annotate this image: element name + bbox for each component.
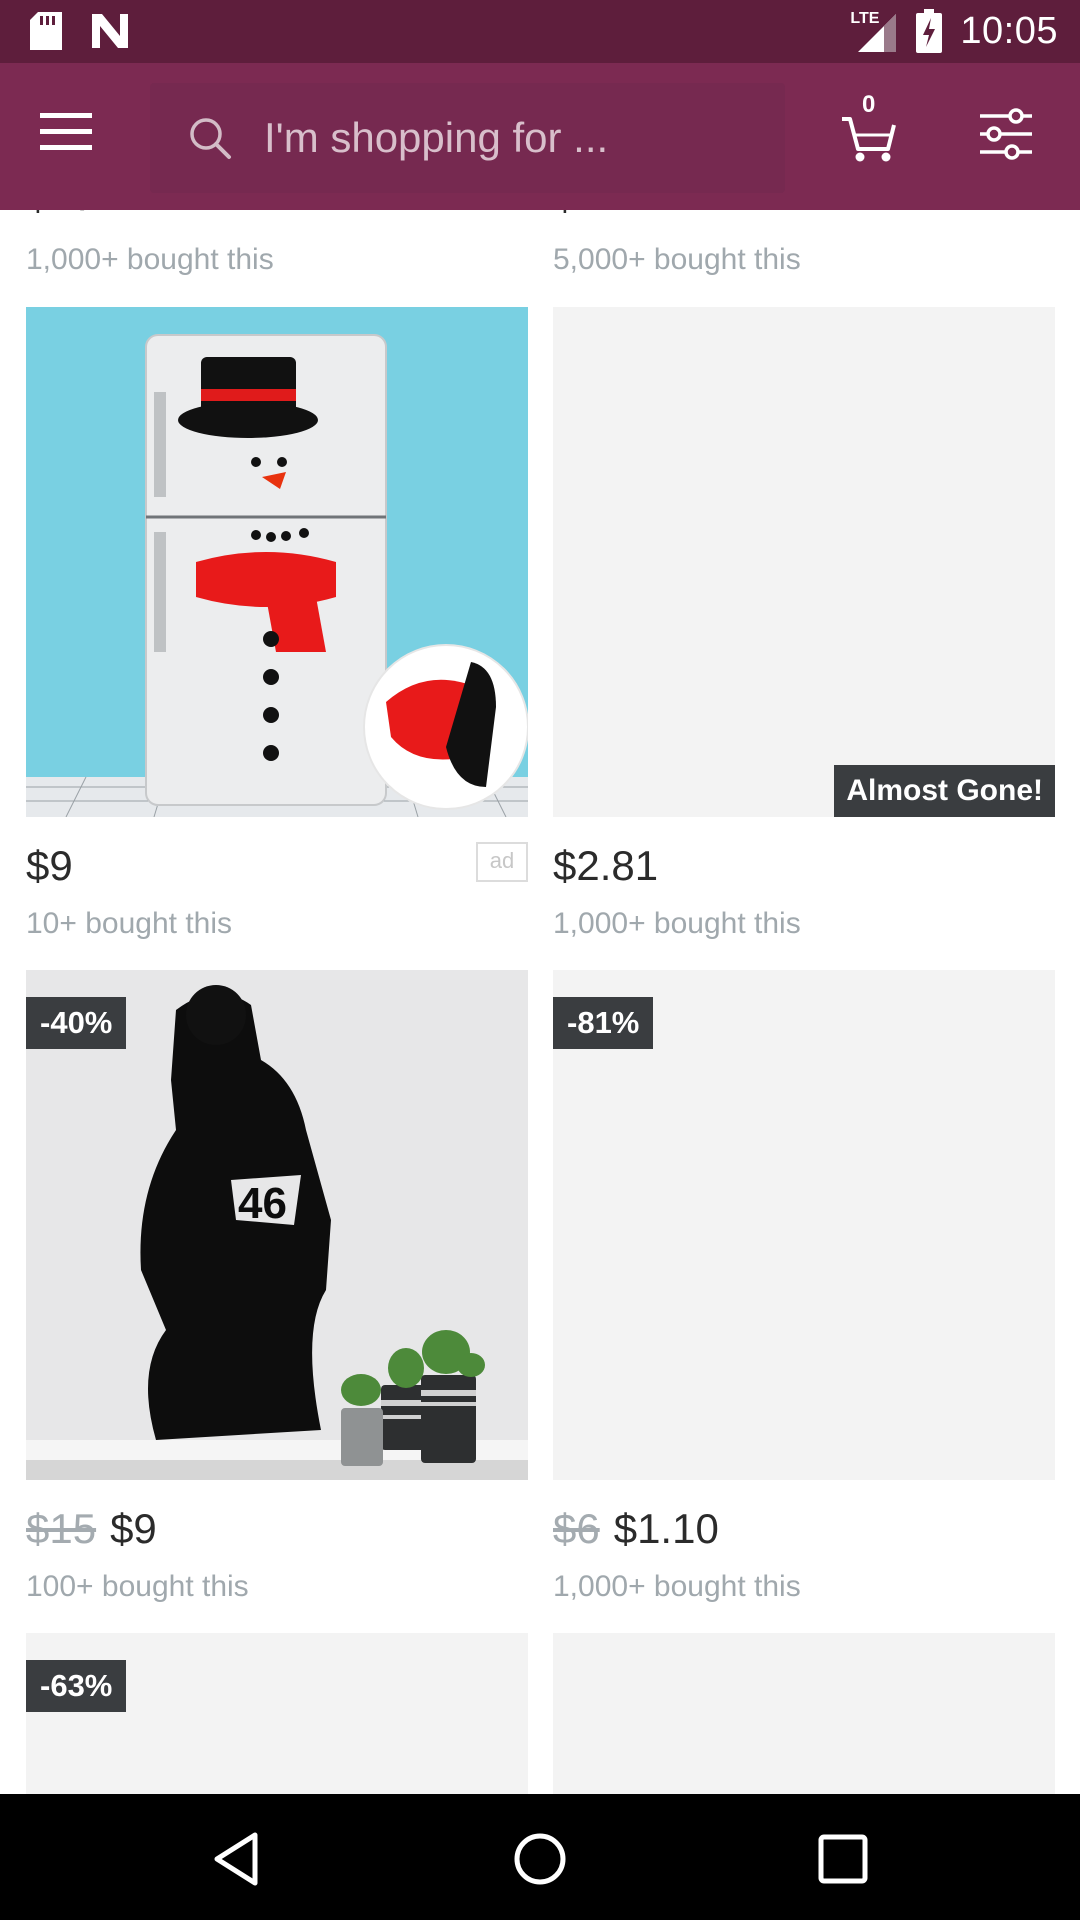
bought-count: 5,000+ bought this [553,243,801,276]
old-price: $6 [553,1505,600,1552]
product-feed[interactable]: $17 1,000+ bought this $4 5,000+ bought … [0,210,1080,1794]
battery-charging-icon [916,9,943,53]
filter-button[interactable] [978,108,1034,164]
menu-icon [40,113,92,150]
bought-count: 10+ bought this [26,907,233,940]
discount-badge: -81% [553,997,654,1049]
svg-text:46: 46 [238,1179,287,1228]
cart-button[interactable]: 0 [840,91,904,165]
home-button[interactable] [510,1829,570,1889]
lte-signal-icon: LTE [850,8,898,54]
discount-badge: -40% [26,997,127,1049]
sd-card-icon [30,12,62,50]
product-card[interactable]: $9 ad 10+ bought this [26,307,528,940]
product-image[interactable] [26,307,528,817]
snowman-fridge-image [26,307,528,817]
discount-badge: -63% [26,1660,127,1712]
price: $4 [553,210,600,219]
filter-icon [980,108,1032,160]
product-image[interactable]: 46 -40% [26,970,528,1480]
search-icon [190,118,231,159]
price: $2.81 [553,842,659,889]
product-image[interactable]: Almost Gone! [553,307,1055,817]
system-nav-bar [0,1794,1080,1920]
bought-count: 100+ bought this [26,1570,249,1603]
recents-button[interactable] [813,1829,873,1889]
product-card[interactable]: Almost Gone! $2.81 1,000+ bought this [553,307,1055,940]
product-image[interactable]: -63% [26,1633,528,1794]
status-time: 10:05 [960,9,1058,52]
ad-badge: ad [476,842,528,882]
product-image[interactable] [553,1633,1055,1794]
bought-count: 1,000+ bought this [26,243,274,276]
bought-count: 1,000+ bought this [553,1570,801,1603]
price: $9 [26,842,73,889]
search-input[interactable] [262,107,766,169]
n-notification-icon [92,14,128,48]
recents-icon [818,1834,868,1884]
status-bar: LTE 10:05 [0,0,1080,63]
price: $17 [26,210,96,219]
product-card[interactable]: $17 1,000+ bought this [26,210,528,280]
back-icon [214,1832,258,1886]
app-bar: 0 [0,63,1080,210]
price: $1.10 [613,1505,719,1552]
back-button[interactable] [207,1829,267,1889]
almost-gone-label: Almost Gone! [834,765,1055,817]
menu-button[interactable] [40,111,104,163]
price: $9 [110,1505,157,1552]
old-price: $15 [26,1505,97,1552]
search-box[interactable] [150,83,785,193]
product-image[interactable]: -81% [553,970,1055,1480]
bought-count: 1,000+ bought this [553,907,801,940]
cart-icon [842,117,896,162]
product-card[interactable]: $4 5,000+ bought this [553,210,1055,280]
home-icon [514,1833,566,1885]
